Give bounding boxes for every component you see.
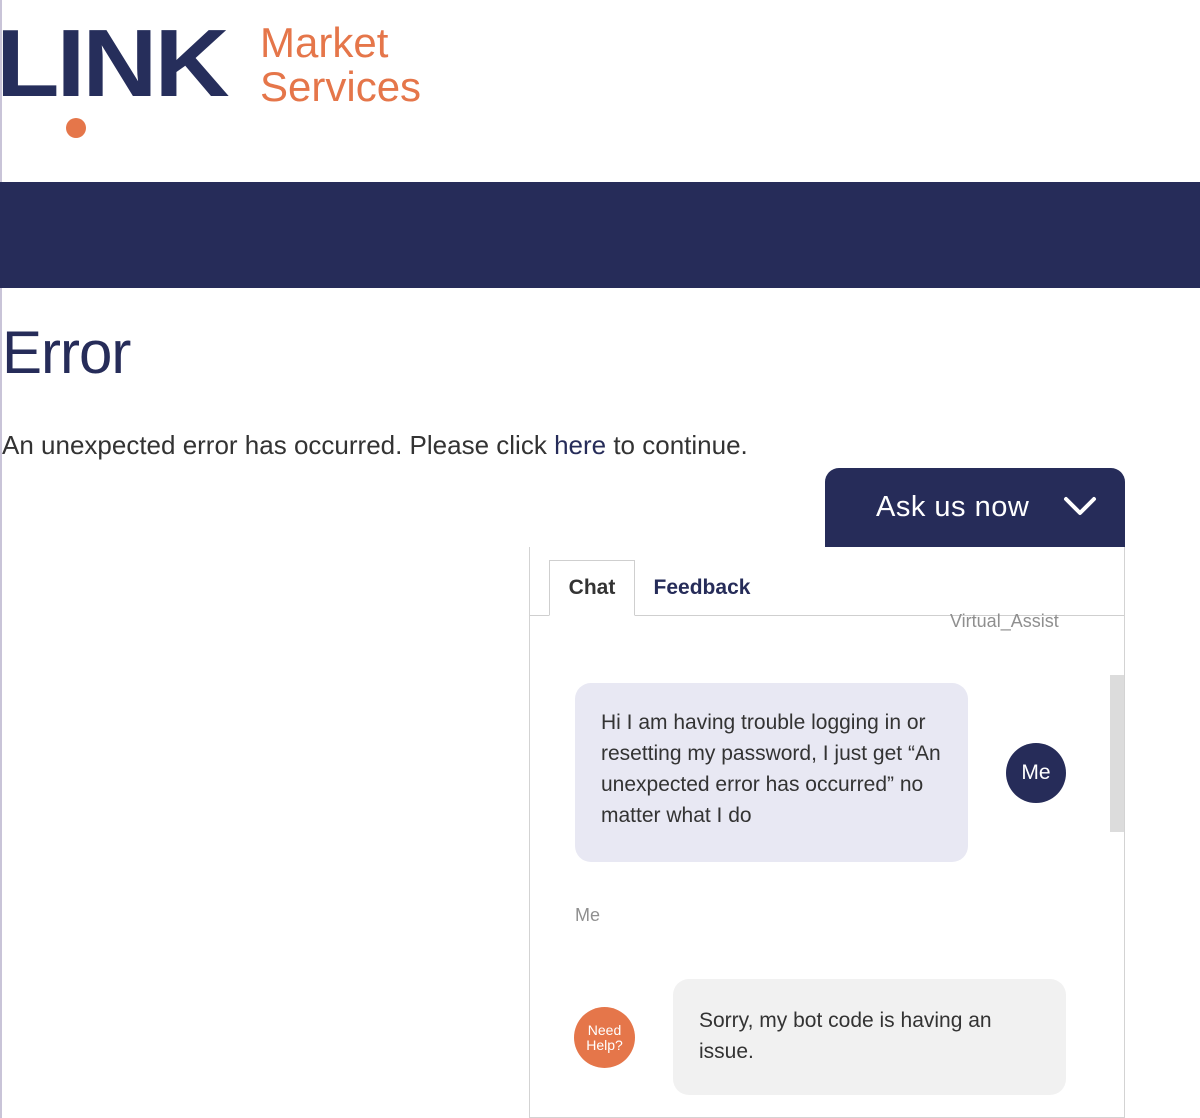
logo-services-text: Services	[260, 63, 422, 110]
logo-wordmark: LINK	[0, 10, 230, 118]
tab-feedback[interactable]: Feedback	[640, 560, 764, 616]
bot-message-bubble: Sorry, my bot code is having an issue.	[673, 979, 1066, 1095]
page-title: Error	[2, 319, 131, 386]
ask-us-now-header[interactable]: Ask us now	[825, 468, 1125, 547]
chevron-down-icon[interactable]	[1063, 494, 1097, 518]
tab-chat[interactable]: Chat	[549, 560, 635, 616]
chat-scrollbar[interactable]	[1110, 675, 1124, 832]
user-avatar: Me	[1006, 743, 1066, 803]
need-help-bot-avatar: Need Help?	[574, 1007, 635, 1068]
logo-market-text: Market	[260, 19, 389, 66]
navigation-bar	[0, 182, 1200, 288]
ask-us-now-label: Ask us now	[876, 491, 1030, 523]
window-edge	[0, 0, 2, 1118]
bot-avatar-line1: Need	[587, 1021, 622, 1038]
logo-dot-icon	[66, 118, 86, 138]
user-message-bubble: Hi I am having trouble logging in or res…	[575, 683, 968, 862]
user-sender-label: Me	[575, 905, 601, 925]
virtual-assist-sender-label: Virtual_Assist	[950, 611, 1059, 631]
chat-panel: Chat Feedback Virtual_Assist Hi I am hav…	[529, 547, 1125, 1118]
chat-tabs: Chat Feedback	[530, 547, 1124, 617]
error-message-suffix: to continue.	[606, 430, 748, 460]
error-message: An unexpected error has occurred. Please…	[2, 430, 748, 461]
continue-link[interactable]: here	[554, 430, 606, 460]
error-message-text: An unexpected error has occurred. Please…	[2, 430, 555, 460]
link-market-services-logo[interactable]: LINK Market Services	[0, 10, 440, 148]
bot-avatar-line2: Help?	[586, 1036, 623, 1053]
